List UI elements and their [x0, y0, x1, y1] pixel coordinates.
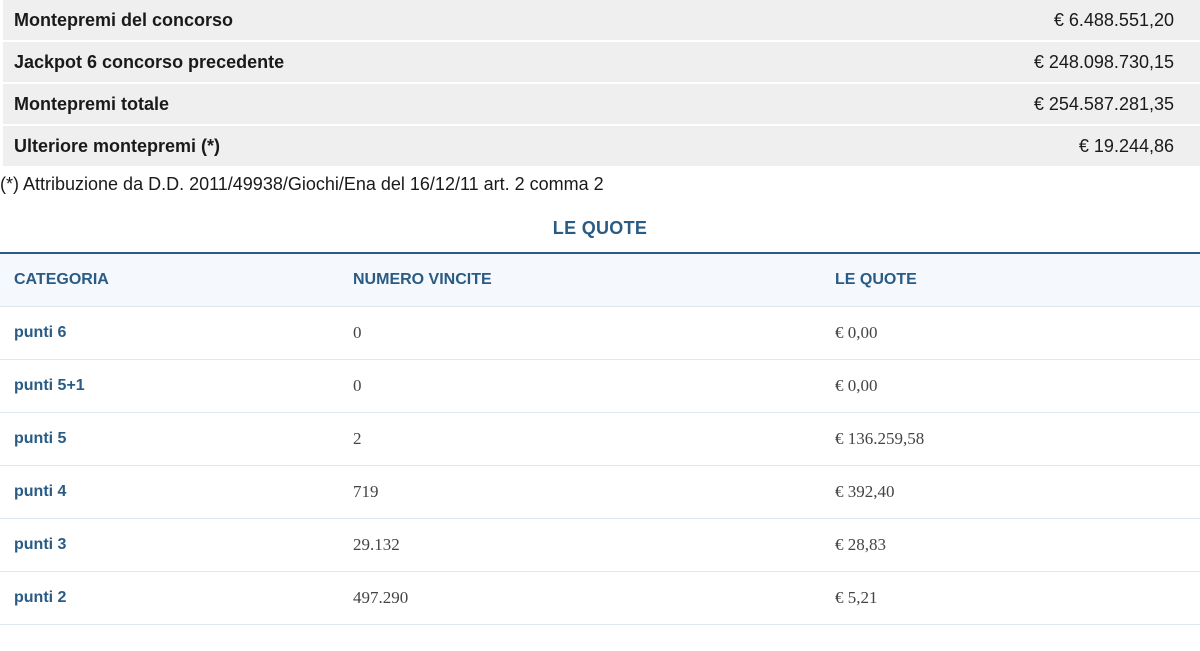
- category-cell: punti 6: [0, 306, 339, 360]
- summary-row-jackpot: Jackpot 6 concorso precedente € 248.098.…: [3, 42, 1200, 82]
- quote-section-title: LE QUOTE: [552, 218, 648, 238]
- summary-label: Montepremi totale: [14, 93, 170, 114]
- summary-value: € 19.244,86: [1078, 135, 1174, 156]
- category-cell: punti 5: [0, 412, 339, 466]
- summary-label: Ulteriore montepremi (*): [14, 135, 221, 156]
- quota-cell: € 28,83: [821, 518, 1200, 572]
- summary-row-montepremi-totale: Montepremi totale € 254.587.281,35: [3, 84, 1200, 124]
- quote-table: CATEGORIA NUMERO VINCITE LE QUOTE punti …: [0, 252, 1200, 625]
- table-row: punti 2 497.290 € 5,21: [0, 571, 1200, 625]
- category-cell: punti 4: [0, 465, 339, 519]
- table-row: punti 5+1 0 € 0,00: [0, 359, 1200, 413]
- wins-cell: 497.290: [339, 571, 821, 625]
- quota-cell: € 0,00: [821, 359, 1200, 413]
- header-le-quote: LE QUOTE: [821, 253, 1200, 307]
- wins-cell: 0: [339, 359, 821, 413]
- table-row: punti 6 0 € 0,00: [0, 306, 1200, 360]
- table-row: punti 5 2 € 136.259,58: [0, 412, 1200, 466]
- category-cell: punti 3: [0, 518, 339, 572]
- quota-cell: € 0,00: [821, 306, 1200, 360]
- footnote: (*) Attribuzione da D.D. 2011/49938/Gioc…: [0, 174, 604, 194]
- summary-label: Jackpot 6 concorso precedente: [14, 51, 285, 72]
- summary-table: Montepremi del concorso € 6.488.551,20 J…: [0, 0, 1200, 166]
- table-row: punti 4 719 € 392,40: [0, 465, 1200, 519]
- summary-row-ulteriore-montepremi: Ulteriore montepremi (*) € 19.244,86: [3, 126, 1200, 166]
- header-numero-vincite: NUMERO VINCITE: [339, 253, 821, 307]
- category-cell: punti 5+1: [0, 359, 339, 413]
- summary-value: € 254.587.281,35: [1033, 93, 1174, 114]
- wins-cell: 29.132: [339, 518, 821, 572]
- summary-label: Montepremi del concorso: [14, 9, 234, 30]
- summary-value: € 248.098.730,15: [1033, 51, 1174, 72]
- category-cell: punti 2: [0, 571, 339, 625]
- quota-cell: € 136.259,58: [821, 412, 1200, 466]
- quota-cell: € 5,21: [821, 571, 1200, 625]
- summary-value: € 6.488.551,20: [1053, 9, 1174, 30]
- summary-row-montepremi-concorso: Montepremi del concorso € 6.488.551,20: [3, 0, 1200, 40]
- wins-cell: 0: [339, 306, 821, 360]
- quota-cell: € 392,40: [821, 465, 1200, 519]
- header-categoria: CATEGORIA: [0, 253, 339, 307]
- table-row: punti 3 29.132 € 28,83: [0, 518, 1200, 572]
- wins-cell: 2: [339, 412, 821, 466]
- table-header-row: CATEGORIA NUMERO VINCITE LE QUOTE: [0, 253, 1200, 307]
- wins-cell: 719: [339, 465, 821, 519]
